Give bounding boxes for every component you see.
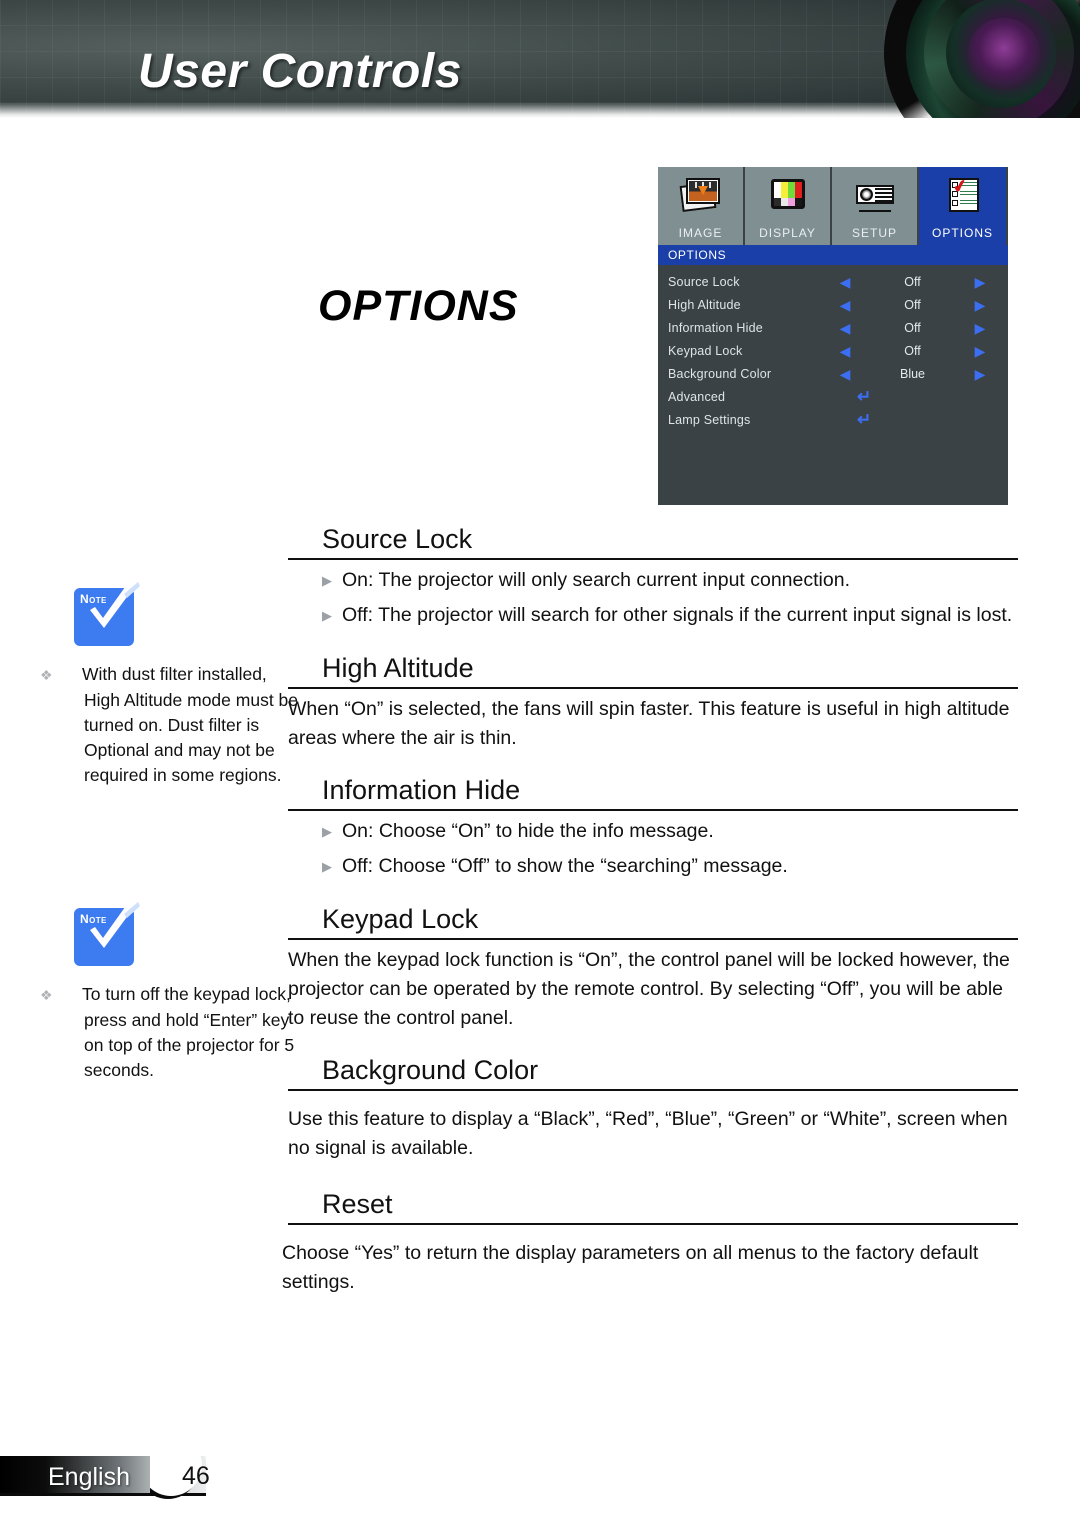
section-heading: Keypad Lock <box>288 900 1018 940</box>
osd-row-high-altitude[interactable]: High Altitude ◀ Off ▶ <box>658 293 1008 316</box>
enter-arrow-icon[interactable]: ↵ <box>857 388 881 405</box>
osd-tab-label: IMAGE <box>678 226 723 240</box>
setup-icon <box>853 176 897 216</box>
triangle-bullet-icon: ▶ <box>322 573 332 588</box>
section-keypad-lock: Keypad Lock When the keypad lock functio… <box>288 900 1018 1033</box>
section-title: OPTIONS <box>318 282 519 330</box>
note-callout-1: Note ❖ With dust filter installed, High A… <box>40 580 302 788</box>
osd-row-source-lock[interactable]: Source Lock ◀ Off ▶ <box>658 270 1008 293</box>
osd-row-advanced[interactable]: Advanced ↵ <box>658 385 1008 408</box>
main-content: Source Lock ▶ On: The projector will onl… <box>282 520 1018 1297</box>
left-arrow-icon[interactable]: ◀ <box>833 321 857 335</box>
triangle-bullet-icon: ▶ <box>322 608 332 623</box>
checkmark-icon <box>90 580 140 628</box>
osd-tab-setup[interactable]: SETUP <box>832 167 919 245</box>
section-heading: Source Lock <box>288 520 1018 560</box>
osd-menu-panel: IMAGE DISPLAY SETUP ✔ OPTIONS OPTIONS So… <box>658 167 1008 505</box>
options-icon: ✔ <box>941 176 985 216</box>
section-source-lock: Source Lock ▶ On: The projector will onl… <box>288 520 1018 631</box>
diamond-bullet-icon: ❖ <box>40 987 53 1003</box>
diamond-bullet-icon: ❖ <box>40 667 53 683</box>
osd-tab-label: OPTIONS <box>931 226 993 240</box>
osd-row-label: High Altitude <box>668 297 741 312</box>
osd-tab-label: DISPLAY <box>759 226 816 240</box>
bullet-item: ▶ Off: The projector will search for oth… <box>288 601 1018 631</box>
left-arrow-icon[interactable]: ◀ <box>833 275 857 289</box>
display-icon <box>766 176 810 216</box>
section-paragraph: When “On” is selected, the fans will spi… <box>288 698 1010 749</box>
note-text-1: ❖ With dust filter installed, High Altitu… <box>40 664 299 785</box>
note-callout-2: Note ❖ To turn off the keypad lock, press… <box>40 900 302 1083</box>
bullet-text: On: The projector will only search curre… <box>342 569 850 591</box>
osd-row-information-hide[interactable]: Information Hide ◀ Off ▶ <box>658 316 1008 339</box>
page-footer: English 46 <box>0 1456 220 1500</box>
enter-arrow-icon[interactable]: ↵ <box>857 411 881 428</box>
page-title: User Controls <box>138 45 462 98</box>
osd-menu-title: OPTIONS <box>658 245 1008 265</box>
triangle-bullet-icon: ▶ <box>322 824 332 839</box>
right-arrow-icon[interactable]: ▶ <box>968 275 992 289</box>
page-header-banner: User Controls <box>0 0 1080 118</box>
section-heading: Background Color <box>288 1051 1018 1091</box>
camera-lens-icon <box>884 0 1080 118</box>
osd-row-label: Advanced <box>668 389 726 404</box>
section-heading: Reset <box>288 1185 1018 1225</box>
osd-row-label: Keypad Lock <box>668 343 743 358</box>
bullet-item: ▶ On: The projector will only search cur… <box>288 566 1018 596</box>
section-paragraph: When the keypad lock function is “On”, t… <box>288 949 1010 1029</box>
bullet-text: Off: Choose “Off” to show the “searching… <box>342 855 788 877</box>
left-arrow-icon[interactable]: ◀ <box>833 298 857 312</box>
left-arrow-icon[interactable]: ◀ <box>833 344 857 358</box>
section-paragraph: Use this feature to display a “Black”, “… <box>288 1108 1008 1159</box>
note-check-icon: Note <box>74 900 140 970</box>
osd-menu-list: Source Lock ◀ Off ▶ High Altitude ◀ Off … <box>658 265 1008 431</box>
osd-row-label: Information Hide <box>668 320 763 335</box>
section-high-altitude: High Altitude When “On” is selected, the… <box>288 649 1018 753</box>
osd-row-lamp-settings[interactable]: Lamp Settings ↵ <box>658 408 1008 431</box>
osd-tab-options[interactable]: ✔ OPTIONS <box>919 167 1006 245</box>
section-heading: Information Hide <box>288 771 1018 811</box>
section-background-color: Background Color Use this feature to dis… <box>288 1051 1018 1163</box>
osd-row-label: Source Lock <box>668 274 740 289</box>
osd-row-value: Off <box>904 343 921 358</box>
osd-row-label: Lamp Settings <box>668 412 751 427</box>
image-icon <box>679 176 723 216</box>
osd-row-background-color[interactable]: Background Color ◀ Blue ▶ <box>658 362 1008 385</box>
section-heading: High Altitude <box>288 649 1018 689</box>
footer-page-number: 46 <box>182 1462 210 1490</box>
bullet-item: ▶ On: Choose “On” to hide the info messa… <box>288 817 1018 847</box>
document-page: User Controls OPTIONS IMAGE DISPLAY SETU… <box>0 0 1080 1532</box>
section-paragraph: Choose “Yes” to return the display param… <box>282 1242 979 1293</box>
osd-tab-image[interactable]: IMAGE <box>658 167 745 245</box>
right-arrow-icon[interactable]: ▶ <box>968 298 992 312</box>
note-text-2: ❖ To turn off the keypad lock, press and … <box>40 984 295 1080</box>
osd-tab-display[interactable]: DISPLAY <box>745 167 832 245</box>
osd-row-keypad-lock[interactable]: Keypad Lock ◀ Off ▶ <box>658 339 1008 362</box>
osd-tab-label: SETUP <box>851 226 897 240</box>
bullet-item: ▶ Off: Choose “Off” to show the “searchi… <box>288 852 1018 882</box>
bullet-text: On: Choose “On” to hide the info message… <box>342 820 714 842</box>
osd-row-label: Background Color <box>668 366 772 381</box>
right-arrow-icon[interactable]: ▶ <box>968 344 992 358</box>
checkmark-icon <box>90 900 140 948</box>
bullet-text: Off: The projector will search for other… <box>342 604 1013 626</box>
osd-row-value: Off <box>904 297 921 312</box>
osd-row-value: Blue <box>899 366 926 381</box>
section-reset: Reset Choose “Yes” to return the display… <box>282 1185 1018 1297</box>
triangle-bullet-icon: ▶ <box>322 859 332 874</box>
left-arrow-icon[interactable]: ◀ <box>833 367 857 381</box>
right-arrow-icon[interactable]: ▶ <box>968 321 992 335</box>
osd-row-value: Off <box>904 274 921 289</box>
footer-language: English <box>48 1463 130 1491</box>
osd-row-value: Off <box>904 320 921 335</box>
note-check-icon: Note <box>74 580 140 650</box>
section-information-hide: Information Hide ▶ On: Choose “On” to hi… <box>288 771 1018 882</box>
osd-tab-bar: IMAGE DISPLAY SETUP ✔ OPTIONS <box>658 167 1008 245</box>
right-arrow-icon[interactable]: ▶ <box>968 367 992 381</box>
